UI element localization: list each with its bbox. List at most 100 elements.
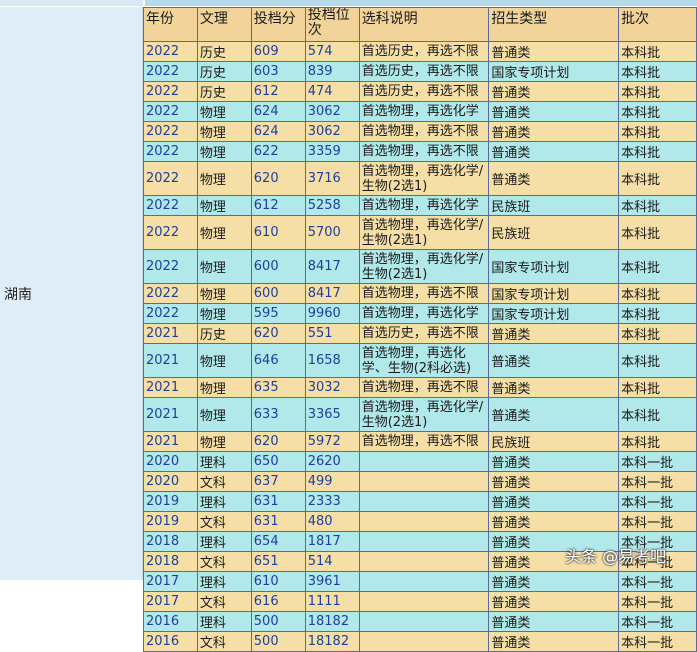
cell-rank: 8417 bbox=[304, 283, 360, 304]
cell-subject: 物理 bbox=[196, 343, 252, 378]
cell-rank: 839 bbox=[304, 61, 360, 82]
cell-subject: 物理 bbox=[196, 141, 252, 162]
cell-batch: 本科批 bbox=[618, 431, 697, 452]
cell-requirement bbox=[358, 531, 490, 552]
cell-score: 624 bbox=[250, 121, 306, 142]
cell-batch: 本科批 bbox=[618, 343, 697, 378]
cell-score: 610 bbox=[250, 215, 306, 250]
cell-requirement: 首选历史，再选不限 bbox=[358, 81, 490, 102]
cell-requirement: 首选历史，再选不限 bbox=[358, 61, 490, 82]
cell-admission-type: 普通类 bbox=[488, 377, 620, 398]
cell-subject: 物理 bbox=[196, 161, 252, 196]
cell-rank: 1817 bbox=[304, 531, 360, 552]
cell-subject: 物理 bbox=[196, 215, 252, 250]
cell-admission-type: 普通类 bbox=[488, 471, 620, 492]
cell-requirement: 首选物理，再选化学/生物(2选1) bbox=[358, 249, 490, 284]
cell-rank: 574 bbox=[304, 41, 360, 62]
table-row: 2017 文科 616 1111 普通类 本科一批 bbox=[143, 591, 697, 612]
cell-admission-type: 普通类 bbox=[488, 343, 620, 378]
cell-subject: 理科 bbox=[196, 531, 252, 552]
table-row: 2019 理科 631 2333 普通类 本科一批 bbox=[143, 491, 697, 512]
cell-batch: 本科一批 bbox=[618, 631, 697, 652]
cell-requirement bbox=[358, 451, 490, 472]
cell-subject: 物理 bbox=[196, 303, 252, 324]
cell-admission-type: 普通类 bbox=[488, 591, 620, 612]
cell-subject: 物理 bbox=[196, 377, 252, 398]
cell-year: 2022 bbox=[143, 61, 198, 82]
cell-year: 2017 bbox=[143, 591, 198, 612]
cell-batch: 本科一批 bbox=[618, 491, 697, 512]
table-row: 2021 物理 646 1658 首选物理，再选化学、生物(2科必选) 普通类 本科批 bbox=[143, 343, 697, 378]
cell-year: 2022 bbox=[143, 215, 198, 250]
cell-subject: 物理 bbox=[196, 195, 252, 216]
cell-subject: 物理 bbox=[196, 101, 252, 122]
cell-admission-type: 普通类 bbox=[488, 101, 620, 122]
cell-requirement: 首选物理，再选化学 bbox=[358, 303, 490, 324]
cell-requirement: 首选物理，再选不限 bbox=[358, 283, 490, 304]
cell-year: 2022 bbox=[143, 303, 198, 324]
cell-subject: 文科 bbox=[196, 511, 252, 532]
header-subject-requirement: 选科说明 bbox=[358, 7, 490, 42]
cell-rank: 18182 bbox=[304, 611, 360, 632]
cell-requirement: 首选历史，再选不限 bbox=[358, 41, 490, 62]
cell-score: 651 bbox=[250, 551, 306, 572]
cell-batch: 本科批 bbox=[618, 195, 697, 216]
table-row: 2022 物理 622 3359 首选物理，再选不限 普通类 本科批 bbox=[143, 141, 697, 162]
cell-year: 2022 bbox=[143, 141, 198, 162]
table-row: 2020 理科 650 2620 普通类 本科一批 bbox=[143, 451, 697, 472]
table-row: 2022 物理 612 5258 首选物理，再选化学 民族班 本科批 bbox=[143, 195, 697, 216]
cell-rank: 474 bbox=[304, 81, 360, 102]
cell-batch: 本科一批 bbox=[618, 511, 697, 532]
cell-admission-type: 国家专项计划 bbox=[488, 283, 620, 304]
header-subject: 文理 bbox=[196, 7, 252, 42]
province-cell: 湖南 bbox=[0, 7, 143, 580]
cell-subject: 物理 bbox=[196, 249, 252, 284]
cell-admission-type: 普通类 bbox=[488, 451, 620, 472]
cell-rank: 551 bbox=[304, 323, 360, 344]
cell-batch: 本科批 bbox=[618, 141, 697, 162]
cell-batch: 本科批 bbox=[618, 101, 697, 122]
table-row: 2016 理科 500 18182 普通类 本科一批 bbox=[143, 611, 697, 632]
cell-batch: 本科批 bbox=[618, 283, 697, 304]
cell-requirement: 首选物理，再选化学、生物(2科必选) bbox=[358, 343, 490, 378]
cell-rank: 9960 bbox=[304, 303, 360, 324]
cell-admission-type: 普通类 bbox=[488, 571, 620, 592]
cell-requirement bbox=[358, 551, 490, 572]
cell-score: 609 bbox=[250, 41, 306, 62]
cell-subject: 历史 bbox=[196, 41, 252, 62]
cell-admission-type: 民族班 bbox=[488, 195, 620, 216]
cell-subject: 文科 bbox=[196, 591, 252, 612]
cell-score: 654 bbox=[250, 531, 306, 552]
cell-subject: 文科 bbox=[196, 631, 252, 652]
table-row: 2021 物理 620 5972 首选物理，再选不限 民族班 本科批 bbox=[143, 431, 697, 452]
table-row: 2021 物理 635 3032 首选物理，再选不限 普通类 本科批 bbox=[143, 377, 697, 398]
cell-requirement: 首选物理，再选化学/生物(2选1) bbox=[358, 215, 490, 250]
cell-admission-type: 普通类 bbox=[488, 161, 620, 196]
cell-requirement bbox=[358, 591, 490, 612]
table-row: 2021 历史 620 551 首选历史，再选不限 普通类 本科批 bbox=[143, 323, 697, 344]
table-row: 2022 物理 610 5700 首选物理，再选化学/生物(2选1) 民族班 本科批 bbox=[143, 215, 697, 250]
cell-admission-type: 普通类 bbox=[488, 41, 620, 62]
table-row: 2022 历史 612 474 首选历史，再选不限 普通类 本科批 bbox=[143, 81, 697, 102]
cell-batch: 本科一批 bbox=[618, 571, 697, 592]
table-row: 2017 理科 610 3961 普通类 本科一批 bbox=[143, 571, 697, 592]
cell-rank: 3062 bbox=[304, 101, 360, 122]
cell-year: 2020 bbox=[143, 451, 198, 472]
cell-year: 2022 bbox=[143, 121, 198, 142]
cell-requirement: 首选物理，再选化学 bbox=[358, 195, 490, 216]
cell-requirement: 首选物理，再选不限 bbox=[358, 121, 490, 142]
cell-score: 595 bbox=[250, 303, 306, 324]
cell-batch: 本科批 bbox=[618, 249, 697, 284]
cell-subject: 物理 bbox=[196, 121, 252, 142]
cell-batch: 本科批 bbox=[618, 215, 697, 250]
table-row: 2022 物理 620 3716 首选物理，再选化学/生物(2选1) 普通类 本科批 bbox=[143, 161, 697, 196]
table-row: 2016 文科 500 18182 普通类 本科一批 bbox=[143, 631, 697, 652]
cell-batch: 本科一批 bbox=[618, 591, 697, 612]
cell-subject: 理科 bbox=[196, 611, 252, 632]
cell-score: 620 bbox=[250, 161, 306, 196]
cell-score: 500 bbox=[250, 611, 306, 632]
cell-rank: 1111 bbox=[304, 591, 360, 612]
cell-score: 633 bbox=[250, 397, 306, 432]
cell-requirement: 首选物理，再选化学 bbox=[358, 101, 490, 122]
cell-year: 2022 bbox=[143, 283, 198, 304]
